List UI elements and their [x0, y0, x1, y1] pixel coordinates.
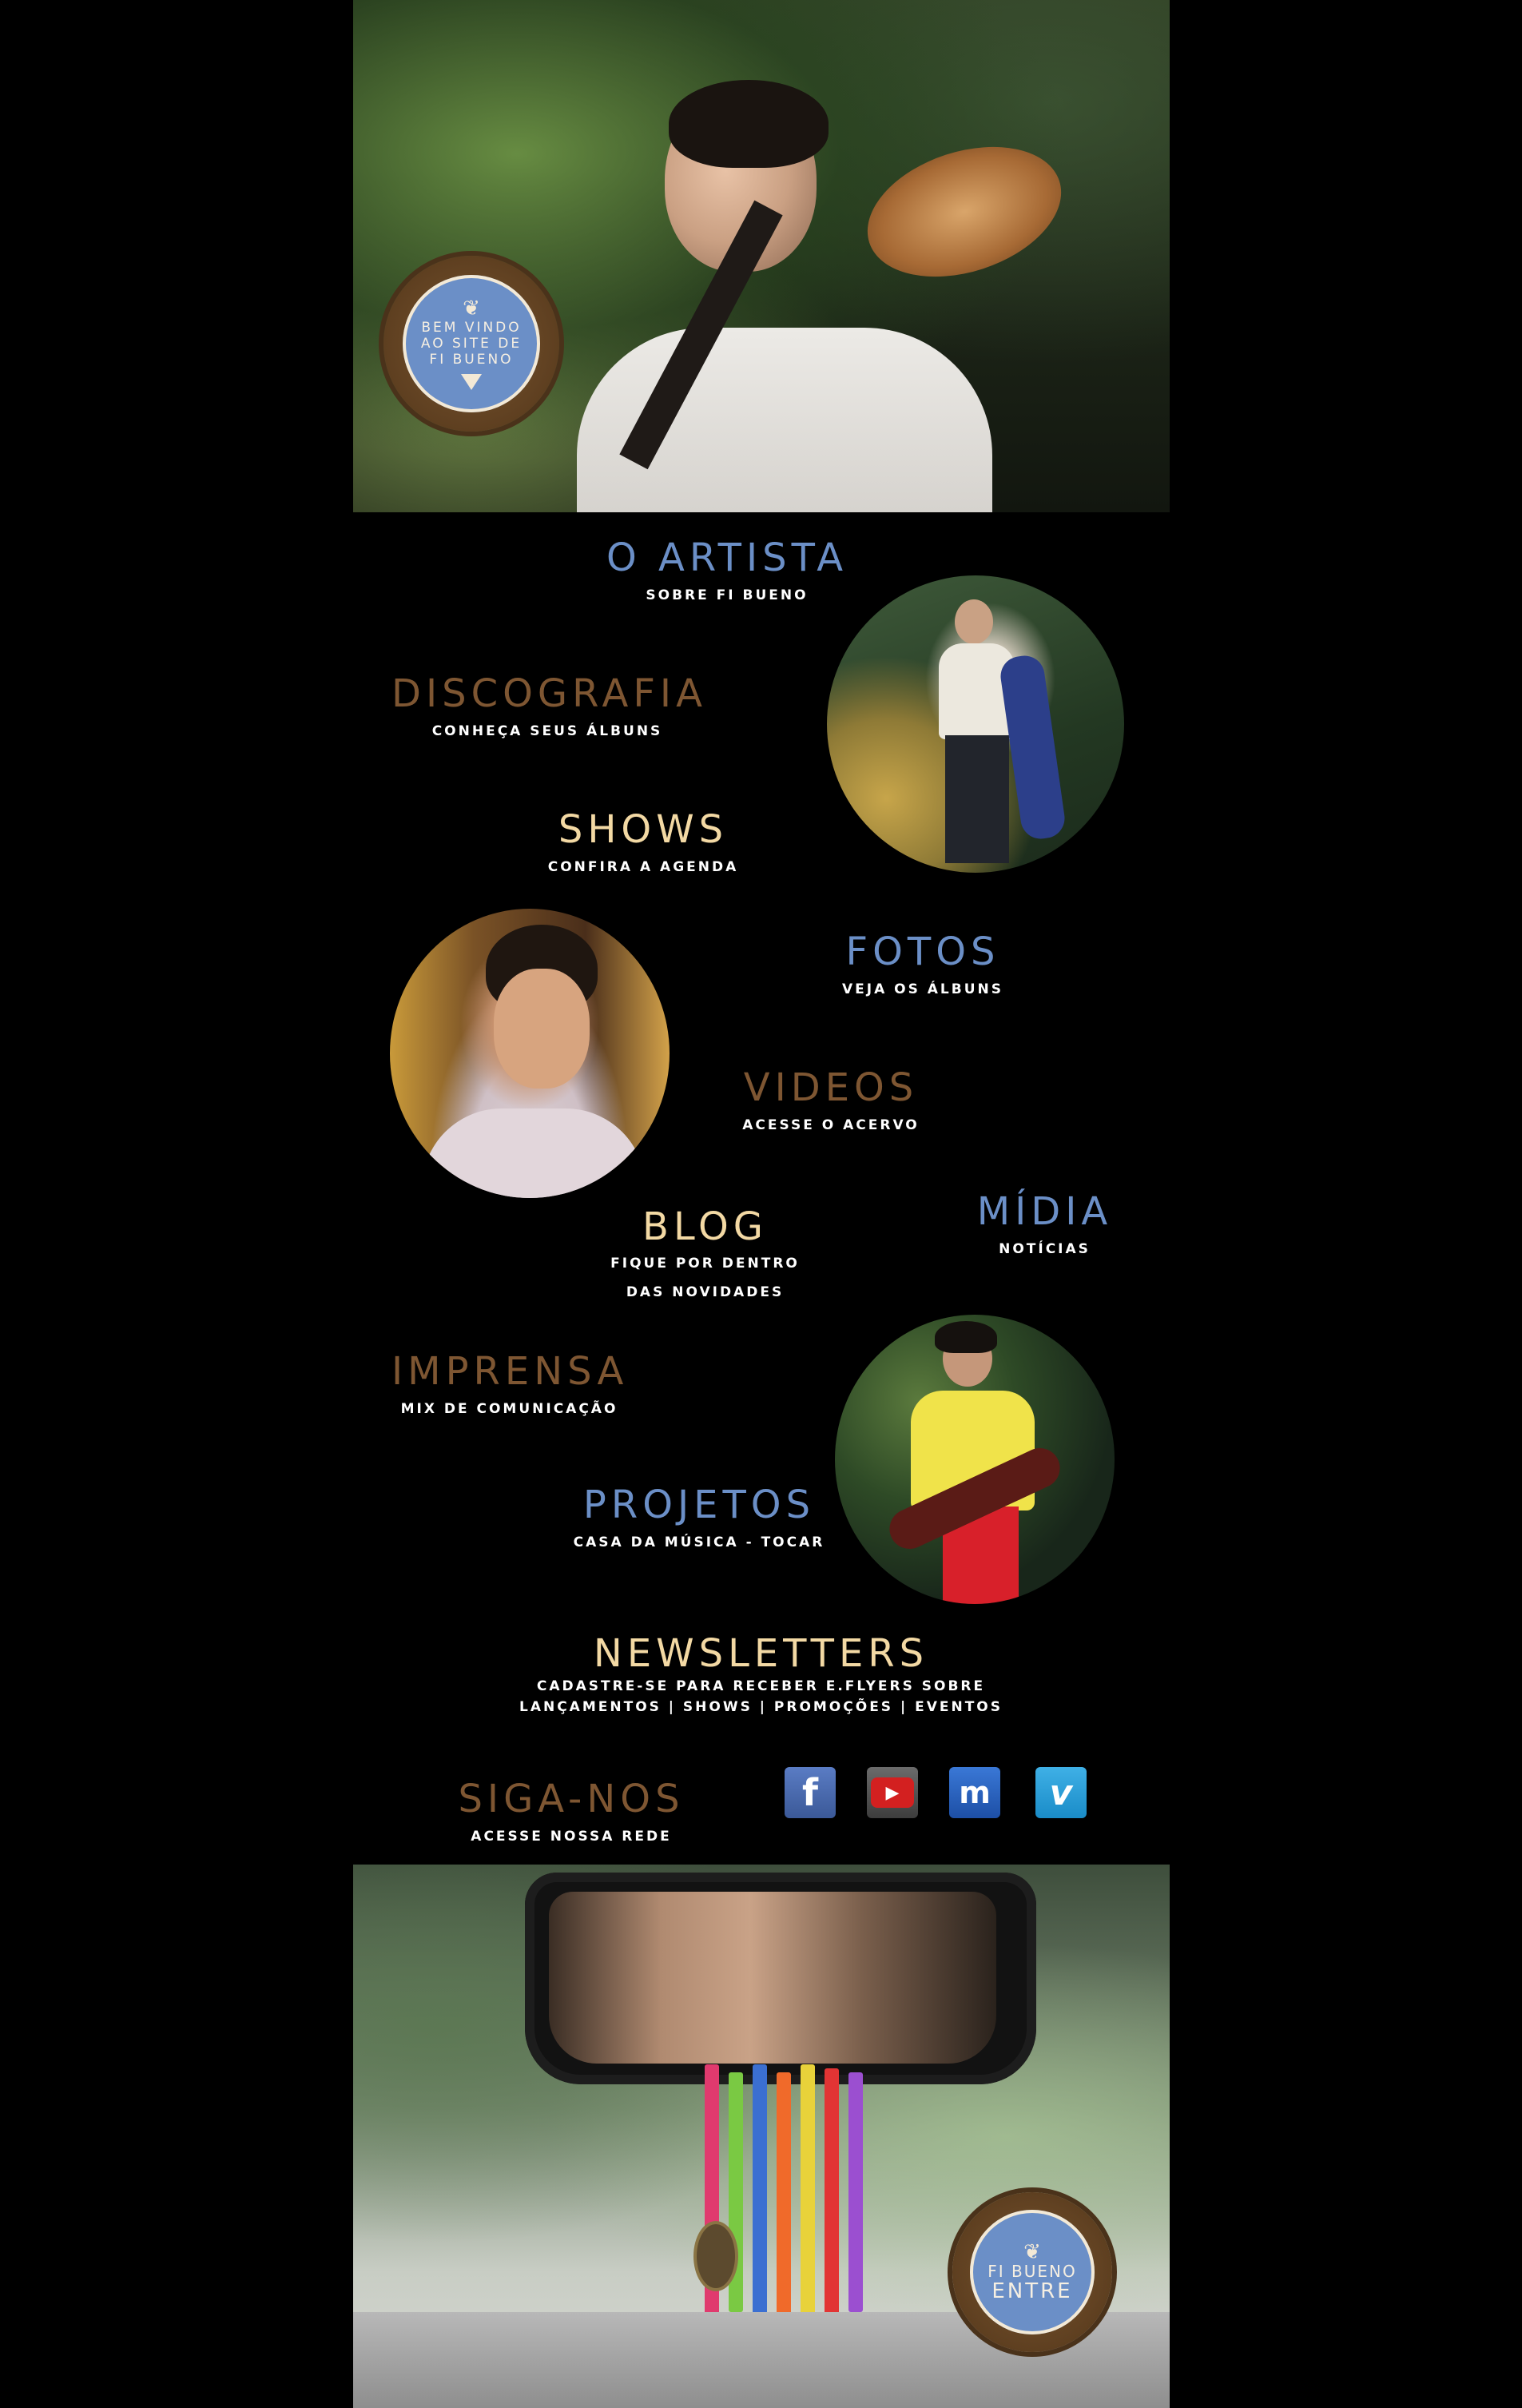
- nav-blog-sub-2: DAS NOVIDADES: [626, 1284, 785, 1300]
- rearview-mirror: [525, 1873, 1036, 2084]
- nav-siga-nos: SIGA-NOS: [458, 1777, 685, 1821]
- artist-photo-walking: [827, 575, 1124, 873]
- nav-fotos[interactable]: FOTOS: [815, 925, 1031, 978]
- arrow-down-icon: [461, 374, 482, 390]
- walking-pants: [945, 735, 1009, 863]
- portrait-shirt: [422, 1108, 646, 1198]
- nav-midia-sub: NOTÍCIAS: [999, 1241, 1091, 1257]
- nav-videos-sub: ACESSE O ACERVO: [742, 1117, 920, 1133]
- ribbon-yellow: [801, 2064, 815, 2320]
- guitar-player-hair: [935, 1321, 997, 1353]
- hero-photo: ❦ BEM VINDO AO SITE DE FI BUENO: [353, 0, 1170, 512]
- nav-videos[interactable]: VIDEOS: [715, 1061, 947, 1114]
- youtube-icon[interactable]: ▶: [867, 1767, 918, 1818]
- walking-face: [955, 599, 993, 644]
- footer-photo: ❦ FI BUENO ENTRE: [353, 1865, 1170, 2408]
- myspace-icon[interactable]: m: [949, 1767, 1000, 1818]
- nav-blog-sub-1: FIQUE POR DENTRO: [610, 1256, 800, 1272]
- portrait-face: [494, 969, 590, 1089]
- youtube-play: ▶: [871, 1777, 914, 1808]
- artist-photo-guitar: [835, 1315, 1115, 1604]
- welcome-line-1: BEM VINDO: [421, 320, 522, 336]
- ribbon-blue: [753, 2064, 767, 2336]
- mirror-reflection: [549, 1892, 996, 2064]
- nav-shows-sub: CONFIRA A AGENDA: [547, 859, 739, 875]
- enter-badge[interactable]: ❦ FI BUENO ENTRE: [952, 2192, 1112, 2352]
- nav-imprensa-sub: MIX DE COMUNICAÇÃO: [400, 1401, 618, 1417]
- religious-medal: [697, 2224, 735, 2288]
- nav-artista-sub: SOBRE FI BUENO: [646, 587, 809, 603]
- welcome-badge[interactable]: ❦ BEM VINDO AO SITE DE FI BUENO: [383, 256, 559, 432]
- artist-photo-portrait: [390, 909, 670, 1198]
- nav-midia[interactable]: MÍDIA: [951, 1185, 1139, 1238]
- nav-blog[interactable]: BLOG: [607, 1200, 803, 1253]
- vimeo-icon[interactable]: v: [1035, 1767, 1087, 1818]
- nav-newsletters-sub-2: LANÇAMENTOS | SHOWS | PROMOÇÕES | EVENTO…: [519, 1699, 1003, 1715]
- enter-badge-label: ENTRE: [991, 2279, 1073, 2303]
- facebook-icon[interactable]: f: [785, 1767, 836, 1818]
- nav-siga-nos-sub: ACESSE NOSSA REDE: [471, 1829, 672, 1845]
- page: ❦ BEM VINDO AO SITE DE FI BUENO O ARTIST…: [0, 0, 1522, 2408]
- enter-badge-inner: ❦ FI BUENO ENTRE: [970, 2210, 1095, 2334]
- nav-projetos-sub: CASA DA MÚSICA - TOCAR: [573, 1534, 825, 1550]
- welcome-line-2: AO SITE DE: [420, 336, 523, 352]
- nav-discografia[interactable]: DISCOGRAFIA: [391, 667, 703, 720]
- welcome-badge-inner: ❦ BEM VINDO AO SITE DE FI BUENO: [403, 275, 540, 412]
- ribbon-orange: [777, 2072, 791, 2336]
- nav-imprensa[interactable]: IMPRENSA: [391, 1345, 627, 1398]
- nav-shows[interactable]: SHOWS: [527, 803, 759, 856]
- ornament-icon: ❦: [463, 297, 480, 320]
- nav-projetos[interactable]: PROJETOS: [575, 1479, 823, 1531]
- nav-fotos-sub: VEJA OS ÁLBUNS: [841, 981, 1003, 997]
- nav-artista[interactable]: O ARTISTA: [591, 531, 863, 584]
- nav-newsletters[interactable]: NEWSLETTERS: [559, 1627, 963, 1680]
- ribbon-red: [825, 2068, 839, 2316]
- welcome-line-3: FI BUENO: [429, 352, 514, 368]
- guitar-body: [850, 124, 1079, 300]
- ornament-icon: ❦: [1023, 2240, 1041, 2264]
- nav-discografia-sub: CONHEÇA SEUS ÁLBUNS: [431, 723, 663, 739]
- artist-hair: [669, 80, 829, 168]
- ribbon-purple: [848, 2072, 863, 2312]
- enter-badge-name: FI BUENO: [988, 2262, 1077, 2281]
- nav-newsletters-sub-1: CADASTRE-SE PARA RECEBER E.FLYERS SOBRE: [536, 1678, 986, 1694]
